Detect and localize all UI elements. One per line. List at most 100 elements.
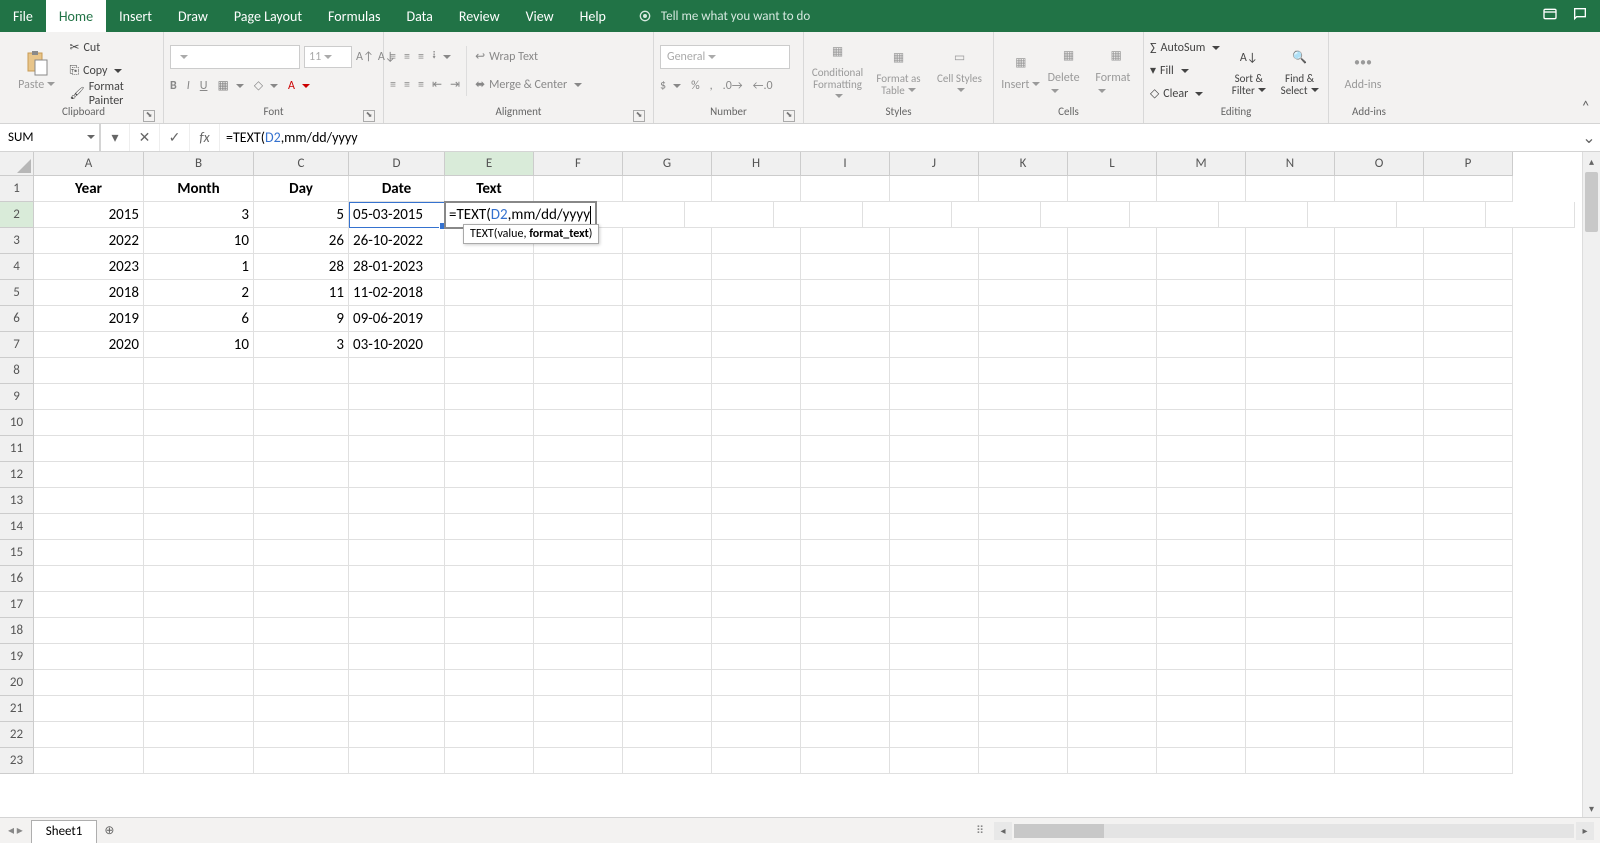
cell-A2[interactable]: 2015 — [34, 202, 144, 228]
cell-K10[interactable] — [979, 410, 1068, 436]
cell-M4[interactable] — [1157, 254, 1246, 280]
number-launcher[interactable]: ⬊ — [783, 110, 795, 122]
cell-M23[interactable] — [1157, 748, 1246, 774]
cell-J7[interactable] — [890, 332, 979, 358]
cell-M12[interactable] — [1157, 462, 1246, 488]
cell-K5[interactable] — [979, 280, 1068, 306]
cell-P12[interactable] — [1424, 462, 1513, 488]
cell-L6[interactable] — [1068, 306, 1157, 332]
row-header-10[interactable]: 10 — [0, 410, 34, 436]
cell-H9[interactable] — [712, 384, 801, 410]
cell-O20[interactable] — [1335, 670, 1424, 696]
name-box[interactable]: SUM — [0, 124, 100, 151]
cell-E9[interactable] — [445, 384, 534, 410]
cell-D6[interactable]: 09-06-2019 — [349, 306, 445, 332]
cell-F15[interactable] — [534, 540, 623, 566]
cell-I9[interactable] — [801, 384, 890, 410]
row-header-23[interactable]: 23 — [0, 748, 34, 774]
hscroll-thumb[interactable] — [1014, 824, 1104, 838]
cell-P8[interactable] — [1424, 358, 1513, 384]
cell-A4[interactable]: 2023 — [34, 254, 144, 280]
cell-J21[interactable] — [890, 696, 979, 722]
cell-A18[interactable] — [34, 618, 144, 644]
cell-G15[interactable] — [623, 540, 712, 566]
tab-insert[interactable]: Insert — [106, 0, 165, 32]
cell-P2[interactable] — [1486, 202, 1575, 228]
tab-page-layout[interactable]: Page Layout — [221, 0, 315, 32]
functions-dropdown-icon[interactable]: ▾ — [100, 124, 130, 151]
cell-N4[interactable] — [1246, 254, 1335, 280]
comments-icon[interactable] — [1572, 6, 1588, 26]
cell-B3[interactable]: 10 — [144, 228, 254, 254]
hscroll-left-button[interactable]: ◂ — [994, 822, 1012, 840]
cell-K9[interactable] — [979, 384, 1068, 410]
cell-B19[interactable] — [144, 644, 254, 670]
cell-N6[interactable] — [1246, 306, 1335, 332]
align-top-button[interactable]: ≡ — [390, 46, 396, 68]
cell-C5[interactable]: 11 — [254, 280, 349, 306]
cell-D2[interactable]: 05-03-2015 — [349, 202, 445, 228]
function-tooltip[interactable]: TEXT(value, format_text) — [463, 224, 599, 244]
italic-button[interactable]: I — [187, 75, 190, 97]
cell-K8[interactable] — [979, 358, 1068, 384]
cell-C20[interactable] — [254, 670, 349, 696]
cell-C12[interactable] — [254, 462, 349, 488]
cell-O11[interactable] — [1335, 436, 1424, 462]
cell-H11[interactable] — [712, 436, 801, 462]
cell-M1[interactable] — [1157, 176, 1246, 202]
align-bottom-button[interactable]: ≡ — [418, 46, 424, 68]
cell-H1[interactable] — [712, 176, 801, 202]
cell-C8[interactable] — [254, 358, 349, 384]
cell-P15[interactable] — [1424, 540, 1513, 566]
cell-L21[interactable] — [1068, 696, 1157, 722]
cell-I7[interactable] — [801, 332, 890, 358]
cell-P21[interactable] — [1424, 696, 1513, 722]
accounting-format-button[interactable]: $ — [660, 75, 681, 97]
cell-O8[interactable] — [1335, 358, 1424, 384]
cell-P20[interactable] — [1424, 670, 1513, 696]
font-launcher[interactable]: ⬊ — [363, 110, 375, 122]
cell-N23[interactable] — [1246, 748, 1335, 774]
underline-button[interactable]: U — [200, 75, 208, 97]
cell-O14[interactable] — [1335, 514, 1424, 540]
cell-D19[interactable] — [349, 644, 445, 670]
merge-center-button[interactable]: ⬌ Merge & Center — [475, 74, 582, 96]
cell-D14[interactable] — [349, 514, 445, 540]
cell-J8[interactable] — [890, 358, 979, 384]
cell-O13[interactable] — [1335, 488, 1424, 514]
cell-C3[interactable]: 26 — [254, 228, 349, 254]
cell-J2[interactable] — [952, 202, 1041, 228]
cell-I20[interactable] — [801, 670, 890, 696]
row-header-16[interactable]: 16 — [0, 566, 34, 592]
cell-G18[interactable] — [623, 618, 712, 644]
row-header-11[interactable]: 11 — [0, 436, 34, 462]
cell-E21[interactable] — [445, 696, 534, 722]
cell-E13[interactable] — [445, 488, 534, 514]
cell-F12[interactable] — [534, 462, 623, 488]
cell-C19[interactable] — [254, 644, 349, 670]
cell-N2[interactable] — [1308, 202, 1397, 228]
cell-D16[interactable] — [349, 566, 445, 592]
cell-L1[interactable] — [1068, 176, 1157, 202]
cell-N14[interactable] — [1246, 514, 1335, 540]
cell-N19[interactable] — [1246, 644, 1335, 670]
cell-J1[interactable] — [890, 176, 979, 202]
cell-L9[interactable] — [1068, 384, 1157, 410]
tab-formulas[interactable]: Formulas — [315, 0, 393, 32]
align-center-button[interactable]: ≡ — [404, 74, 410, 96]
cell-N3[interactable] — [1246, 228, 1335, 254]
cell-K11[interactable] — [979, 436, 1068, 462]
cell-A11[interactable] — [34, 436, 144, 462]
cell-E1[interactable]: Text — [445, 176, 534, 202]
cell-E8[interactable] — [445, 358, 534, 384]
cell-N18[interactable] — [1246, 618, 1335, 644]
row-header-1[interactable]: 1 — [0, 176, 34, 202]
column-header-N[interactable]: N — [1246, 152, 1335, 176]
cell-I14[interactable] — [801, 514, 890, 540]
cell-O21[interactable] — [1335, 696, 1424, 722]
cell-N15[interactable] — [1246, 540, 1335, 566]
cell-E19[interactable] — [445, 644, 534, 670]
cell-C16[interactable] — [254, 566, 349, 592]
align-middle-button[interactable]: ≡ — [404, 46, 410, 68]
cell-L23[interactable] — [1068, 748, 1157, 774]
